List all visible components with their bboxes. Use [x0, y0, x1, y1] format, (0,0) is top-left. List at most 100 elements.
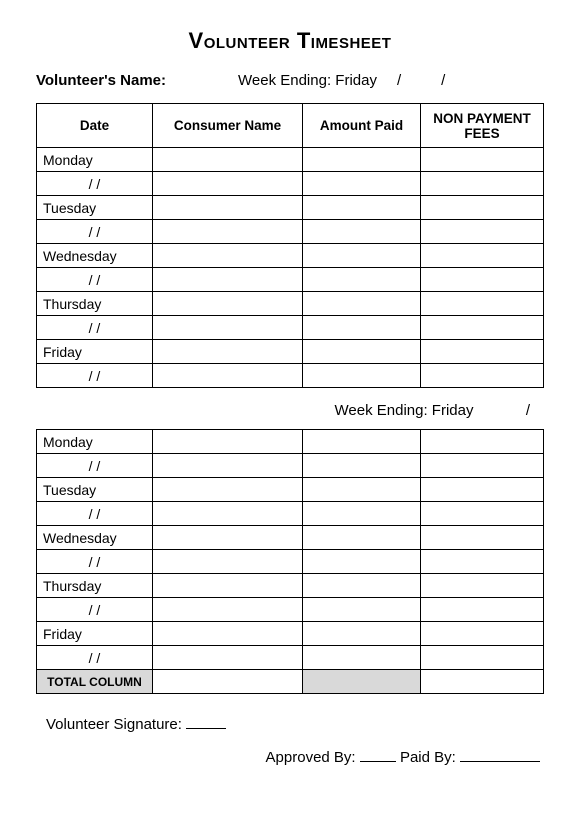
cell[interactable] — [421, 148, 544, 172]
table-row: Tuesday — [37, 196, 544, 220]
date-cell[interactable]: / / — [37, 502, 153, 526]
header-amount: Amount Paid — [303, 104, 421, 148]
cell[interactable] — [421, 454, 544, 478]
cell[interactable] — [303, 172, 421, 196]
date-cell[interactable]: / / — [37, 268, 153, 292]
timesheet-table-week2: Monday / / Tuesday / / Wednesday / / Thu… — [36, 429, 544, 694]
date-cell[interactable]: / / — [37, 454, 153, 478]
cell[interactable] — [153, 478, 303, 502]
cell[interactable] — [303, 430, 421, 454]
week-ending-label-1: Week Ending: Friday — [238, 72, 377, 89]
table-row: / / — [37, 172, 544, 196]
day-cell: Thursday — [37, 292, 153, 316]
cell[interactable] — [153, 316, 303, 340]
header-consumer: Consumer Name — [153, 104, 303, 148]
date-cell[interactable]: / / — [37, 646, 153, 670]
date-cell[interactable]: / / — [37, 598, 153, 622]
date-cell[interactable]: / / — [37, 316, 153, 340]
cell[interactable] — [421, 172, 544, 196]
day-cell: Monday — [37, 148, 153, 172]
cell[interactable] — [153, 670, 303, 694]
cell[interactable] — [421, 244, 544, 268]
page-title: Volunteer Timesheet — [36, 28, 544, 54]
cell[interactable] — [153, 196, 303, 220]
signature-field[interactable] — [186, 728, 226, 729]
cell[interactable] — [303, 598, 421, 622]
date-cell[interactable]: / / — [37, 550, 153, 574]
cell[interactable] — [153, 292, 303, 316]
cell[interactable] — [421, 478, 544, 502]
timesheet-page: Volunteer Timesheet Volunteer's Name: We… — [0, 0, 580, 786]
cell[interactable] — [153, 550, 303, 574]
cell[interactable] — [303, 292, 421, 316]
cell[interactable] — [421, 220, 544, 244]
cell[interactable] — [303, 196, 421, 220]
total-row: TOTAL COLUMN — [37, 670, 544, 694]
cell[interactable] — [421, 268, 544, 292]
cell[interactable] — [153, 598, 303, 622]
cell[interactable] — [303, 622, 421, 646]
cell[interactable] — [421, 364, 544, 388]
cell[interactable] — [153, 244, 303, 268]
cell[interactable] — [303, 550, 421, 574]
cell[interactable] — [421, 670, 544, 694]
cell[interactable] — [303, 340, 421, 364]
date-cell[interactable]: / / — [37, 364, 153, 388]
cell[interactable] — [303, 220, 421, 244]
paid-by-field[interactable] — [460, 761, 540, 762]
cell[interactable] — [421, 316, 544, 340]
volunteer-name-label: Volunteer's Name: — [36, 72, 166, 89]
cell[interactable] — [153, 526, 303, 550]
cell[interactable] — [153, 430, 303, 454]
day-cell: Tuesday — [37, 478, 153, 502]
table-row: Friday — [37, 622, 544, 646]
cell[interactable] — [303, 502, 421, 526]
cell[interactable] — [153, 646, 303, 670]
cell[interactable] — [303, 364, 421, 388]
cell[interactable] — [421, 598, 544, 622]
table-row: / / — [37, 502, 544, 526]
cell[interactable] — [153, 622, 303, 646]
cell[interactable] — [303, 478, 421, 502]
approved-by-field[interactable] — [360, 761, 396, 762]
cell[interactable] — [153, 220, 303, 244]
cell[interactable] — [153, 268, 303, 292]
cell[interactable] — [421, 646, 544, 670]
table-row: Monday — [37, 430, 544, 454]
cell[interactable] — [421, 292, 544, 316]
cell[interactable] — [153, 502, 303, 526]
timesheet-table-week1: Date Consumer Name Amount Paid NON PAYME… — [36, 103, 544, 388]
table-row: Thursday — [37, 574, 544, 598]
date-cell[interactable]: / / — [37, 172, 153, 196]
cell[interactable] — [153, 172, 303, 196]
cell[interactable] — [153, 340, 303, 364]
cell[interactable] — [421, 340, 544, 364]
cell[interactable] — [303, 526, 421, 550]
cell[interactable] — [153, 364, 303, 388]
cell[interactable] — [303, 646, 421, 670]
cell[interactable] — [421, 622, 544, 646]
cell[interactable] — [421, 526, 544, 550]
cell[interactable] — [303, 454, 421, 478]
week-ending-label-2: Week Ending: Friday — [335, 402, 474, 419]
cell[interactable] — [421, 550, 544, 574]
cell[interactable] — [303, 574, 421, 598]
cell[interactable] — [153, 574, 303, 598]
cell[interactable] — [303, 316, 421, 340]
date-cell[interactable]: / / — [37, 220, 153, 244]
day-cell: Tuesday — [37, 196, 153, 220]
cell[interactable] — [303, 148, 421, 172]
cell[interactable] — [303, 268, 421, 292]
cell[interactable] — [153, 454, 303, 478]
table-row: Thursday — [37, 292, 544, 316]
cell[interactable] — [421, 502, 544, 526]
cell[interactable] — [303, 244, 421, 268]
table-row: / / — [37, 220, 544, 244]
cell[interactable] — [421, 574, 544, 598]
cell[interactable] — [421, 430, 544, 454]
day-cell: Friday — [37, 622, 153, 646]
cell[interactable] — [421, 196, 544, 220]
table-row: Tuesday — [37, 478, 544, 502]
total-amount-cell[interactable] — [303, 670, 421, 694]
cell[interactable] — [153, 148, 303, 172]
